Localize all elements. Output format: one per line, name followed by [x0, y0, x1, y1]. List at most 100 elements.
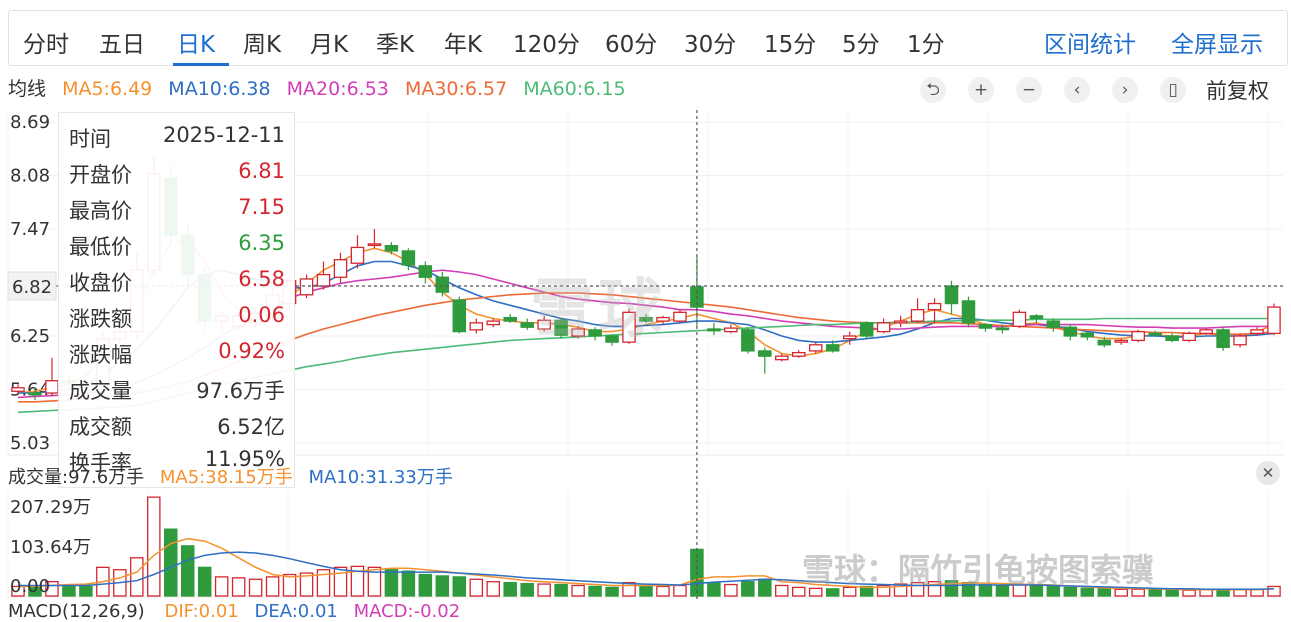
tab-weekly-k[interactable]: 周K	[243, 25, 281, 59]
chevron-left-icon[interactable]: ‹	[1064, 77, 1090, 103]
volume-bar	[62, 584, 76, 597]
tab-yearly-k[interactable]: 年K	[444, 25, 482, 59]
candle-body	[350, 246, 365, 264]
tooltip-row: 涨跌幅 0.92%	[69, 339, 285, 375]
ma60-value: MA60:6.15	[523, 78, 626, 100]
tab-daily-k[interactable]: 日K	[177, 25, 215, 59]
price-adjust-select[interactable]: 前复权	[1206, 75, 1269, 105]
volume-ma10-value: MA10:31.33万手	[308, 467, 453, 488]
tooltip-value: 6.58	[238, 267, 285, 291]
tooltip-row: 最高价 7.15	[69, 195, 285, 231]
volume-bar	[180, 545, 195, 597]
candle-body	[1267, 306, 1281, 335]
candle-body	[808, 344, 823, 352]
candle-body	[707, 328, 721, 332]
watermark-text: 雪球：隔竹引龟按图索骥	[802, 551, 1155, 589]
candle-body	[316, 273, 331, 287]
ma-legend: 均线 MA5:6.49 MA10:6.38 MA20:6.53 MA30:6.5…	[8, 74, 636, 102]
candle-body	[1063, 326, 1078, 337]
interval-stats-button[interactable]: 区间统计	[1044, 25, 1136, 59]
candle-body	[859, 322, 874, 337]
candle-body	[1131, 330, 1145, 342]
volume-ma5-value: MA5:38.15万手	[159, 467, 293, 488]
volume-bar	[435, 575, 450, 597]
candle-body	[1046, 320, 1061, 328]
candle-body	[1080, 332, 1095, 338]
crosshair-price-label: 6.82	[12, 277, 52, 298]
tab-monthly-k[interactable]: 月K	[310, 25, 348, 59]
volume-bar	[214, 576, 229, 597]
volume-bar	[248, 578, 263, 597]
volume-bar	[588, 585, 602, 597]
volume-bar	[401, 570, 416, 597]
candle-body	[961, 300, 976, 324]
volume-bar	[639, 584, 653, 597]
tooltip-row: 时间 2025-12-11	[69, 123, 285, 159]
volume-bar	[333, 566, 348, 597]
volume-bar	[520, 582, 534, 597]
candle-body	[1233, 335, 1247, 346]
candle-body	[1114, 339, 1129, 343]
tab-15min[interactable]: 15分	[764, 25, 816, 59]
ma30-value: MA30:6.57	[404, 78, 508, 100]
close-icon[interactable]: ✕	[1256, 461, 1280, 485]
candle-body	[45, 380, 59, 394]
candle-body	[401, 250, 416, 266]
candle-body	[1199, 329, 1213, 335]
volume-tick-label: 103.64万	[10, 537, 91, 558]
undo-icon[interactable]: ⮌	[920, 77, 946, 103]
tab-60min[interactable]: 60分	[605, 25, 657, 59]
zoom-in-icon[interactable]: +	[968, 77, 994, 103]
tab-120min[interactable]: 120分	[513, 25, 580, 59]
volume-value: 成交量:97.6万手	[8, 467, 145, 488]
volume-bar	[622, 581, 636, 597]
tab-five-day[interactable]: 五日	[99, 25, 145, 59]
volume-bar	[605, 586, 619, 597]
candle-body	[944, 285, 959, 305]
tooltip-row: 收盘价 6.58	[69, 267, 285, 303]
tooltip-value: 0.92%	[218, 339, 285, 363]
volume-tick-label: 0.00	[10, 576, 50, 597]
watermark-logo: 雪球	[530, 273, 666, 347]
candle-body	[724, 327, 738, 333]
tooltip-key: 涨跌额	[69, 307, 132, 331]
candle-body	[1012, 311, 1027, 328]
macd-dea: DEA:0.01	[254, 601, 338, 622]
period-tab-bar: 分时 五日 日K 周K 月K 季K 年K 120分 60分 30分 15分 5分…	[8, 10, 1288, 66]
volume-bar	[130, 557, 144, 597]
candle-body	[741, 329, 755, 352]
volume-tick-label: 207.29万	[10, 497, 91, 518]
candle-style-icon[interactable]: ▯	[1160, 77, 1186, 103]
tab-1min[interactable]: 1分	[907, 25, 945, 59]
tab-5min[interactable]: 5分	[842, 25, 880, 59]
candle-body	[486, 320, 501, 326]
macd-dif: DIF:0.01	[164, 601, 239, 622]
tooltip-value: 6.52亿	[217, 415, 285, 439]
candle-body	[28, 392, 42, 396]
tab-fenshi[interactable]: 分时	[23, 25, 69, 59]
fullscreen-button[interactable]: 全屏显示	[1171, 25, 1263, 59]
candle-body	[11, 387, 25, 392]
tooltip-value: 7.15	[238, 195, 285, 219]
zoom-out-icon[interactable]: −	[1016, 77, 1042, 103]
price-tick-label: 7.47	[10, 219, 50, 240]
price-tick-label: 6.25	[10, 326, 50, 347]
ma5-value: MA5:6.49	[62, 78, 153, 100]
tooltip-value: 0.06	[238, 303, 285, 327]
candle-body	[758, 350, 772, 357]
volume-bar	[724, 583, 738, 597]
candle-body	[978, 323, 993, 329]
tooltip-row: 最低价 6.35	[69, 231, 285, 267]
volume-bar	[707, 581, 721, 597]
tab-30min[interactable]: 30分	[684, 25, 736, 59]
volume-bar	[656, 585, 670, 597]
candle-body	[842, 335, 857, 340]
candle-body	[1216, 329, 1230, 349]
volume-bar	[1165, 589, 1179, 597]
candle-tooltip: 时间 2025-12-11 开盘价 6.81 最高价 7.15 最低价 6.35 收盘价 6.58…	[58, 112, 295, 488]
chevron-right-icon[interactable]: ›	[1112, 77, 1138, 103]
candle-body	[927, 302, 942, 311]
volume-bar	[79, 585, 93, 597]
volume-bar	[1267, 585, 1281, 597]
tab-quarterly-k[interactable]: 季K	[376, 25, 414, 59]
